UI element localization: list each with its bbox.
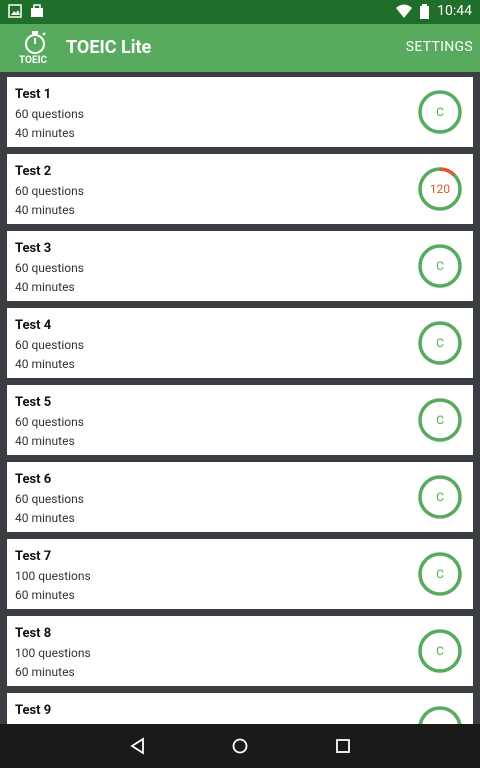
test-name: Test 2: [15, 164, 52, 179]
status-ring: C: [418, 629, 462, 673]
test-card[interactable]: Test 6 60 questions 40 minutes C: [7, 462, 473, 532]
test-name: Test 7: [15, 549, 52, 564]
wifi-icon: [396, 4, 413, 18]
test-name: Test 8: [15, 626, 52, 641]
test-questions: 100 questions: [15, 569, 91, 583]
system-nav-bar: [0, 724, 480, 768]
clock: 10:44: [437, 3, 472, 19]
test-name: Test 6: [15, 472, 52, 487]
status-label: C: [436, 490, 444, 504]
test-minutes: 40 minutes: [15, 511, 75, 525]
status-ring: [418, 706, 462, 724]
test-name: Test 9: [15, 703, 52, 718]
test-card[interactable]: Test 5 60 questions 40 minutes C: [7, 385, 473, 455]
back-icon[interactable]: [128, 736, 148, 756]
image-notification-icon: [8, 4, 22, 18]
test-card[interactable]: Test 4 60 questions 40 minutes C: [7, 308, 473, 378]
test-questions: 60 questions: [15, 415, 84, 429]
status-ring: C: [418, 321, 462, 365]
test-questions: 100 questions: [15, 646, 91, 660]
test-card[interactable]: Test 1 60 questions 40 minutes C: [7, 77, 473, 147]
test-name: Test 3: [15, 241, 52, 256]
bag-notification-icon: [31, 4, 43, 17]
status-label: C: [436, 105, 444, 119]
app-bar: TOEIC TOEIC Lite SETTINGS: [0, 24, 480, 72]
test-card[interactable]: Test 8 100 questions 60 minutes C: [7, 616, 473, 686]
test-name: Test 5: [15, 395, 52, 410]
test-minutes: 40 minutes: [15, 357, 75, 371]
test-minutes: 40 minutes: [15, 126, 75, 140]
status-ring: C: [418, 398, 462, 442]
status-ring: C: [418, 90, 462, 134]
status-ring: C: [418, 475, 462, 519]
progress-ring: 120: [418, 167, 462, 211]
toeic-logo: TOEIC: [18, 28, 52, 68]
test-minutes: 40 minutes: [15, 434, 75, 448]
status-ring: C: [418, 552, 462, 596]
test-card[interactable]: Test 9: [7, 693, 473, 724]
status-label: [418, 706, 462, 724]
test-name: Test 1: [15, 87, 52, 102]
test-list: Test 1 60 questions 40 minutes C Test 2 …: [0, 72, 480, 724]
home-icon[interactable]: [230, 736, 250, 756]
test-questions: 60 questions: [15, 184, 84, 198]
status-bar: 10:44: [0, 0, 480, 24]
app-title: TOEIC Lite: [66, 37, 152, 58]
test-minutes: 60 minutes: [15, 665, 75, 679]
test-questions: 60 questions: [15, 338, 84, 352]
status-ring: C: [418, 244, 462, 288]
test-name: Test 4: [15, 318, 52, 333]
settings-button[interactable]: SETTINGS: [406, 39, 473, 55]
test-questions: 60 questions: [15, 492, 84, 506]
recents-icon[interactable]: [333, 736, 353, 756]
status-label: C: [436, 413, 444, 427]
status-label: C: [436, 259, 444, 273]
test-questions: 60 questions: [15, 107, 84, 121]
test-card[interactable]: Test 2 60 questions 40 minutes 120: [7, 154, 473, 224]
test-questions: 60 questions: [15, 261, 84, 275]
test-minutes: 60 minutes: [15, 588, 75, 602]
stopwatch-icon: [25, 31, 46, 54]
logo-text: TOEIC: [19, 55, 48, 66]
status-label: C: [436, 567, 444, 581]
test-card[interactable]: Test 3 60 questions 40 minutes C: [7, 231, 473, 301]
battery-icon: [420, 3, 430, 19]
test-card[interactable]: Test 7 100 questions 60 minutes C: [7, 539, 473, 609]
test-minutes: 40 minutes: [15, 280, 75, 294]
status-label: C: [436, 644, 444, 658]
test-minutes: 40 minutes: [15, 203, 75, 217]
score-label: 120: [429, 182, 451, 196]
status-label: C: [436, 336, 444, 350]
